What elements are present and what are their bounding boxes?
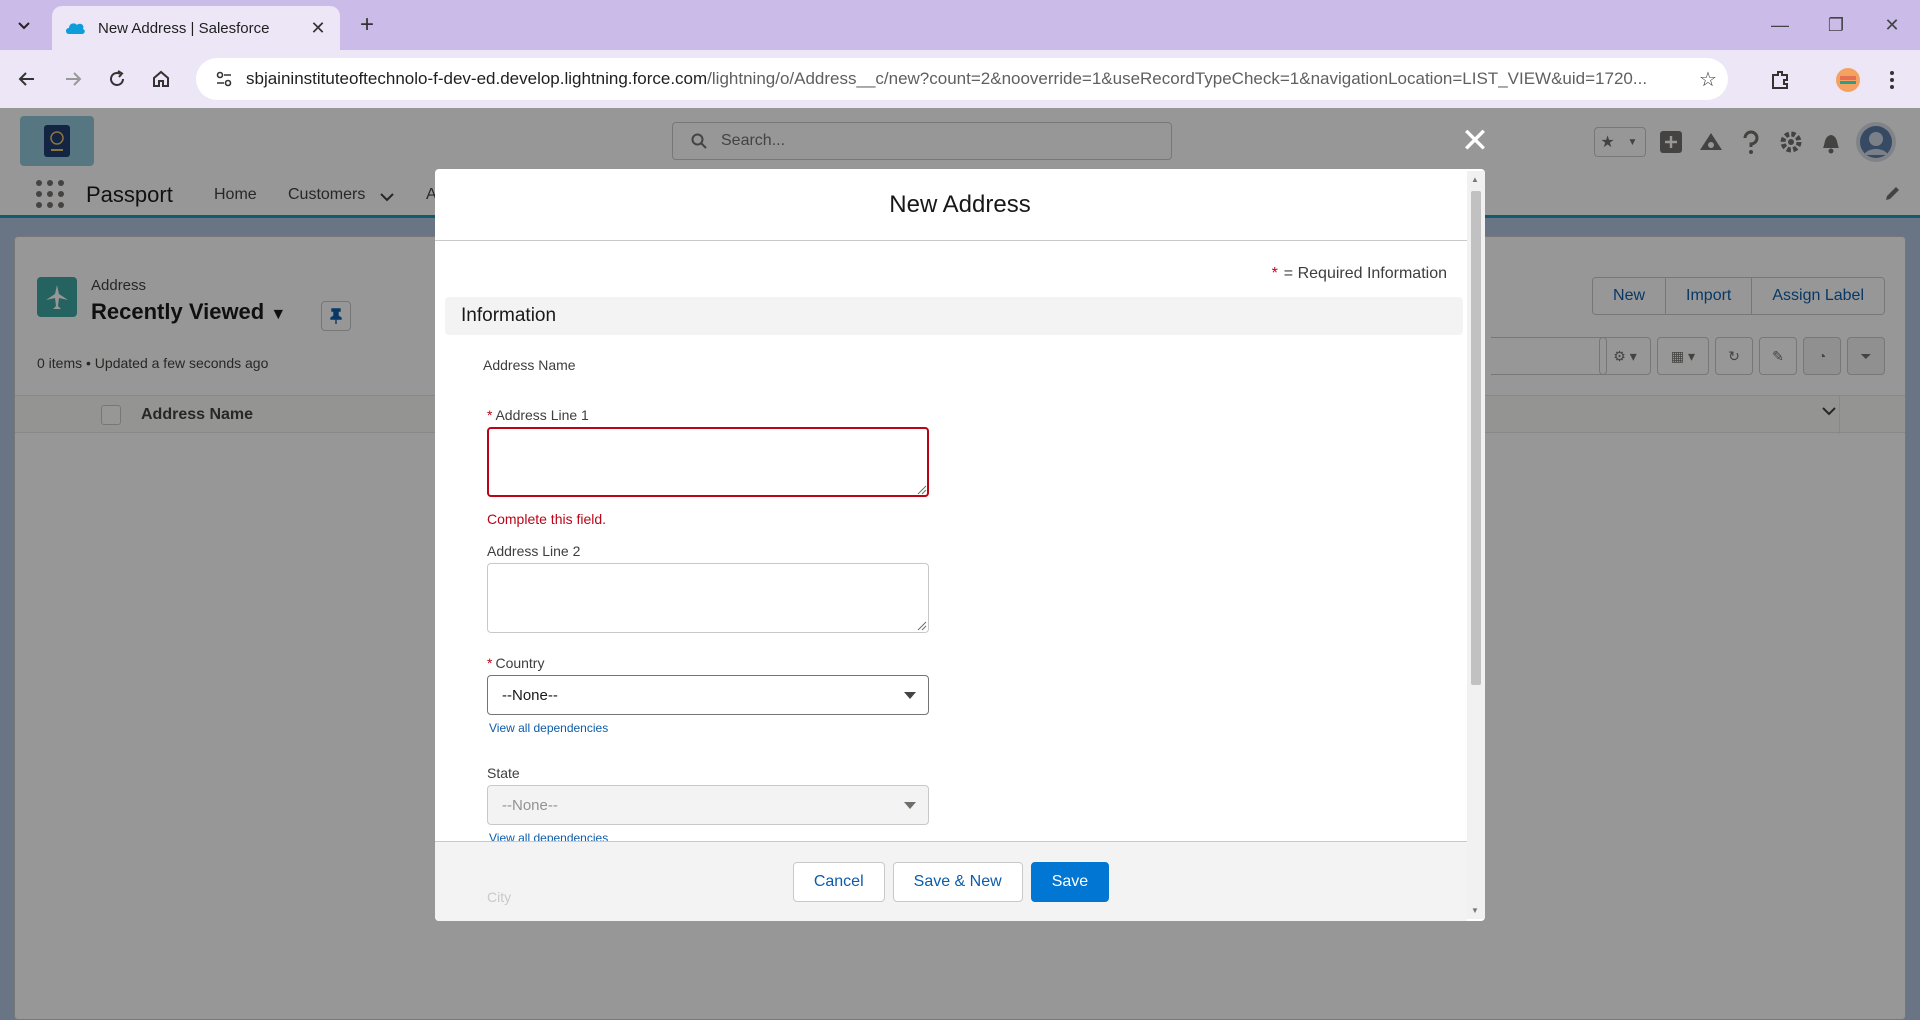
salesforce-cloud-icon bbox=[66, 23, 85, 34]
window-controls: — ❐ ✕ bbox=[1752, 0, 1920, 50]
site-info-icon[interactable] bbox=[212, 67, 236, 91]
url-path: /lightning/o/Address__c/new?count=2&noov… bbox=[707, 69, 1648, 88]
state-label: State bbox=[487, 765, 520, 781]
minimize-icon[interactable]: — bbox=[1752, 0, 1808, 50]
url-text: sbjaininstituteoftechnolo-f-dev-ed.devel… bbox=[246, 69, 1688, 89]
home-icon[interactable] bbox=[144, 62, 178, 96]
required-info-legend: * = Required Information bbox=[1272, 265, 1447, 283]
scrollbar-thumb[interactable] bbox=[1471, 191, 1481, 685]
address-name-label: Address Name bbox=[483, 357, 576, 373]
bookmark-star-icon[interactable]: ☆ bbox=[1688, 67, 1728, 92]
tab-title: New Address | Salesforce bbox=[98, 19, 270, 37]
address-line1-label: * Address Line 1 bbox=[487, 407, 589, 423]
address-line2-input[interactable] bbox=[487, 563, 929, 633]
browser-menu-icon[interactable] bbox=[1876, 64, 1908, 96]
country-view-dependencies-link[interactable]: View all dependencies bbox=[489, 721, 608, 735]
state-select[interactable]: --None-- bbox=[487, 785, 929, 825]
address-line1-label-text: Address Line 1 bbox=[495, 407, 589, 423]
required-star: * bbox=[1271, 265, 1278, 282]
city-label: City bbox=[487, 889, 512, 905]
address-bar[interactable]: sbjaininstituteoftechnolo-f-dev-ed.devel… bbox=[196, 58, 1728, 100]
tab-search-button[interactable] bbox=[6, 10, 42, 40]
scroll-up-icon[interactable]: ▲ bbox=[1471, 175, 1479, 184]
country-label: * Country bbox=[487, 655, 544, 671]
browser-tab-active[interactable]: New Address | Salesforce ✕ bbox=[52, 6, 340, 50]
new-address-modal: New Address * = Required Information Info… bbox=[435, 169, 1485, 921]
country-label-text: Country bbox=[495, 655, 545, 671]
caret-down-icon bbox=[904, 692, 916, 699]
back-icon[interactable] bbox=[10, 62, 44, 96]
section-header-information[interactable]: Information bbox=[445, 297, 1463, 335]
modal-header: New Address bbox=[435, 169, 1485, 241]
section-title: Information bbox=[461, 305, 557, 326]
required-info-text: = Required Information bbox=[1283, 265, 1447, 282]
modal-scrollbar[interactable]: ▲ ▼ bbox=[1467, 171, 1485, 919]
address-line2-label: Address Line 2 bbox=[487, 543, 581, 559]
window-close-icon[interactable]: ✕ bbox=[1864, 0, 1920, 50]
reload-icon[interactable] bbox=[100, 62, 134, 96]
address-line1-error: Complete this field. bbox=[487, 511, 607, 527]
resize-grip-icon[interactable] bbox=[917, 485, 927, 495]
extensions-icon[interactable] bbox=[1764, 64, 1796, 96]
modal-body: * = Required Information Information Addr… bbox=[435, 241, 1469, 841]
state-view-dependencies-link[interactable]: View all dependencies bbox=[489, 831, 608, 841]
browser-tab-strip: New Address | Salesforce ✕ + — ❐ ✕ bbox=[0, 0, 1920, 50]
modal-footer: Cancel Save & New Save bbox=[435, 841, 1467, 921]
scroll-down-icon[interactable]: ▼ bbox=[1471, 906, 1479, 915]
save-and-new-button[interactable]: Save & New bbox=[892, 861, 1023, 902]
country-select[interactable]: --None-- bbox=[487, 675, 929, 715]
address-line1-input[interactable] bbox=[487, 427, 929, 497]
state-value: --None-- bbox=[502, 796, 558, 814]
browser-toolbar: sbjaininstituteoftechnolo-f-dev-ed.devel… bbox=[0, 50, 1920, 108]
forward-icon[interactable] bbox=[56, 62, 90, 96]
url-host: sbjaininstituteoftechnolo-f-dev-ed.devel… bbox=[246, 69, 708, 88]
save-button[interactable]: Save bbox=[1030, 861, 1110, 902]
chevron-down-icon bbox=[18, 22, 30, 30]
profile-avatar-icon[interactable] bbox=[1832, 64, 1864, 96]
new-tab-button[interactable]: + bbox=[352, 10, 382, 40]
restore-icon[interactable]: ❐ bbox=[1808, 0, 1864, 50]
caret-down-icon bbox=[904, 802, 916, 809]
country-value: --None-- bbox=[502, 686, 558, 704]
modal-close-icon[interactable]: ✕ bbox=[1458, 124, 1492, 158]
resize-grip-icon[interactable] bbox=[917, 621, 927, 631]
required-star: * bbox=[487, 407, 493, 423]
tab-close-icon[interactable]: ✕ bbox=[308, 18, 328, 39]
modal-title: New Address bbox=[889, 190, 1031, 218]
required-star: * bbox=[487, 655, 493, 671]
cancel-button[interactable]: Cancel bbox=[792, 861, 885, 902]
